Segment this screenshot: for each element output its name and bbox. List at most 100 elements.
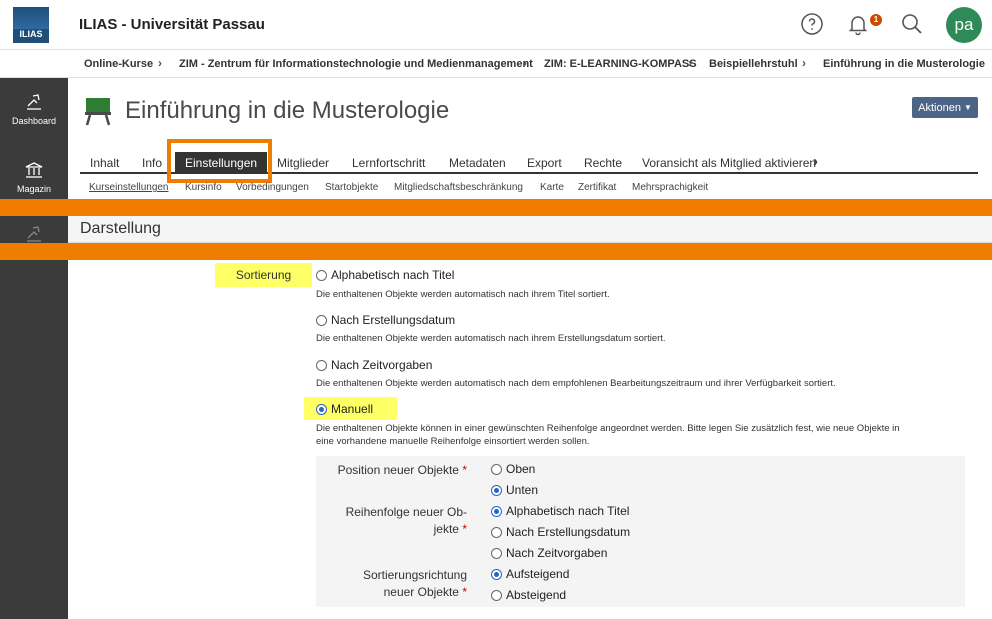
subtab-vorbedingungen[interactable]: Vorbedingungen [236,182,309,193]
bell-icon[interactable] [846,12,870,36]
direction-label-line: neuer Objekte [383,585,459,599]
radio-button[interactable] [491,463,502,475]
order-option-alphabetic[interactable]: Alphabetisch nach Titel [491,504,629,518]
sort-option-time-settings[interactable]: Nach Zeitvorgaben [316,358,432,372]
option-label: Absteigend [506,588,567,602]
tab-metadaten[interactable]: Metadaten [449,156,506,170]
help-icon[interactable] [800,12,824,36]
section-title: Darstellung [80,220,161,237]
option-label: Aufsteigend [506,567,570,581]
highlight-band [0,243,992,260]
option-label: Oben [506,462,536,476]
notification-badge: 1 [870,14,882,26]
subtab-zertifikat[interactable]: Zertifikat [578,182,616,193]
order-option-time-settings[interactable]: Nach Zeitvorgaben [491,546,607,560]
direction-option-descending[interactable]: Absteigend [491,588,566,602]
tab-info[interactable]: Info [142,156,162,170]
caret-down-icon: ▼ [963,103,972,112]
radio-button-checked[interactable] [491,568,502,580]
direction-label-line: Sortierungsrichtung [362,568,467,582]
radio-button[interactable] [316,359,327,371]
order-option-creation-date[interactable]: Nach Erstellungsdatum [491,525,630,539]
option-label: Nach Zeitvorgaben [506,546,608,560]
top-bar: ILIAS ILIAS - Universität Passau 1 pa [0,0,992,50]
required-mark: * [462,585,467,599]
option-description: eine vorhandene manuelle Reihenfolge ein… [316,436,590,447]
sort-option-creation-date[interactable]: Nach Erstellungsdatum [316,313,455,327]
sidebar-item-label: Dashboard [11,116,57,126]
sort-label: Sortierung [235,268,292,282]
subtab-mitgliedschaftsbeschraenkung[interactable]: Mitgliedschaftsbeschränkung [394,182,523,193]
radio-button[interactable] [316,314,327,326]
logo-graphic [13,7,49,29]
option-label: Unten [506,483,539,497]
tab-rechte[interactable]: Rechte [584,156,622,170]
actions-label: Aktionen [918,101,961,114]
radio-button-checked[interactable] [316,403,327,415]
tab-lernfortschritt[interactable]: Lernfortschritt [352,156,425,170]
option-label: Nach Zeitvorgaben [331,358,433,372]
radio-button[interactable] [491,589,502,601]
tab-mitglieder[interactable]: Mitglieder [277,156,329,170]
app-title[interactable]: ILIAS - Universität Passau [79,16,265,33]
required-mark: * [462,463,467,477]
user-avatar[interactable]: pa [946,7,982,43]
direction-label: Sortierungsrichtung neuer Objekte * [316,567,467,601]
breadcrumb: Online-Kurse › ZIM - Zentrum für Informa… [0,50,992,78]
main-sidebar: Dashboard Magazin [0,78,68,619]
direction-option-ascending[interactable]: Aufsteigend [491,567,569,581]
breadcrumb-item[interactable]: Online-Kurse [84,58,153,70]
radio-button-checked[interactable] [491,505,502,517]
repository-icon [25,162,43,178]
required-mark: * [462,522,467,536]
actions-dropdown-button[interactable]: Aktionen ▼ [912,97,978,118]
tab-voransicht[interactable]: Voransicht als Mitglied aktivieren [642,156,816,170]
position-option-bottom[interactable]: Unten [491,483,538,497]
chevron-right-icon: › [158,56,162,70]
highlight-frame [167,139,272,183]
radio-button[interactable] [316,269,327,281]
option-label: Alphabetisch nach Titel [506,504,630,518]
section-header [68,216,992,243]
option-description: Die enthaltenen Objekte werden automatis… [316,378,836,389]
chevron-right-icon[interactable]: › [813,153,818,170]
option-description: Die enthaltenen Objekte können in einer … [316,423,900,434]
highlight-band [0,199,992,216]
breadcrumb-item[interactable]: Einführung in die Musterologie [823,58,985,70]
option-description: Die enthaltenen Objekte werden automatis… [316,289,610,300]
option-label: Manuell [331,402,374,416]
radio-button[interactable] [491,526,502,538]
option-label: Nach Erstellungsdatum [331,313,456,327]
subtab-startobjekte[interactable]: Startobjekte [325,182,378,193]
option-label: Nach Erstellungsdatum [506,525,631,539]
tab-export[interactable]: Export [527,156,562,170]
sort-option-alphabetic[interactable]: Alphabetisch nach Titel [316,268,454,282]
option-label: Alphabetisch nach Titel [331,268,455,282]
dashboard-icon[interactable] [24,224,44,244]
breadcrumb-item[interactable]: ZIM: E-LEARNING-KOMPASS [544,58,697,70]
order-label-line: jekte [433,522,459,536]
subtab-mehrsprachigkeit[interactable]: Mehrsprachigkeit [632,182,708,193]
chevron-right-icon: › [802,56,806,70]
subtab-karte[interactable]: Karte [540,182,564,193]
subtab-kursinfo[interactable]: Kursinfo [185,182,222,193]
search-icon[interactable] [900,12,924,36]
sidebar-item-dashboard[interactable]: Dashboard [0,92,68,156]
logo-text: ILIAS [19,29,43,39]
sort-option-manual[interactable]: Manuell [316,402,373,416]
option-description: Die enthaltenen Objekte werden automatis… [316,333,666,344]
position-label: Position neuer Objekte * [316,463,467,477]
chevron-right-icon: › [688,56,692,70]
position-label-text: Position neuer Objekte [337,463,459,477]
subtab-kurseinstellungen[interactable]: Kurseinstellungen [89,182,169,193]
radio-button[interactable] [491,547,502,559]
breadcrumb-item[interactable]: Beispiellehrstuhl [709,58,798,70]
chevron-right-icon: › [523,56,527,70]
breadcrumb-item[interactable]: ZIM - Zentrum für Informationstechnologi… [179,58,533,70]
order-label: Reihenfolge neuer Ob- jekte * [316,504,467,538]
position-option-top[interactable]: Oben [491,462,535,476]
page-title: Einführung in die Musterologie [125,97,450,124]
radio-button-checked[interactable] [491,484,502,496]
ilias-logo[interactable]: ILIAS [13,7,49,43]
tab-inhalt[interactable]: Inhalt [90,156,119,170]
